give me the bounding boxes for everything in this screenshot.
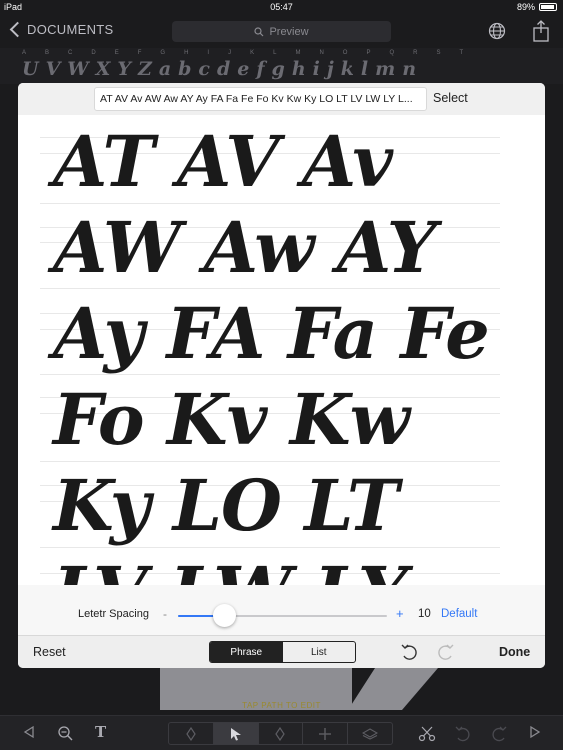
plus-icon [319,727,332,740]
baseline-rule [40,547,500,548]
search-icon [254,26,264,36]
battery-fill [541,5,554,9]
kerning-preview-dialog: AT AV Av AW Aw AY Ay FA Fa Fe Fo Kv Kw K… [18,83,545,668]
nav-bar: DOCUMENTS Preview [0,14,563,48]
share-icon[interactable] [533,20,549,42]
glyph-index-letter: G [160,50,166,56]
triangle-left-icon[interactable] [22,725,36,739]
specimen-line: Fo Kv Kw [53,378,410,461]
spacing-slider-thumb[interactable] [212,604,236,627]
glyph-index-letter: O [342,50,348,56]
baseline-rule [40,203,500,204]
pen-tool-button[interactable] [169,723,214,744]
reset-button[interactable]: Reset [33,645,66,659]
phrase-list-segmented-control: Phrase List [209,641,356,663]
battery-percent: 89% [516,2,535,12]
specimen-line: AT AV Av [53,120,393,203]
text-tool-icon[interactable]: T [95,723,106,741]
glyph-index-letter: F [137,50,142,56]
glyph-index-letter: I [207,50,210,56]
back-button[interactable]: DOCUMENTS [8,21,114,38]
glyph-index-letter: K [250,50,255,56]
glyph-index-letter: T [459,50,464,56]
globe-icon[interactable] [488,22,506,40]
clock: 05:47 [270,2,293,12]
glyph-index-letter: N [319,50,324,56]
arrow-cursor-icon [230,727,241,740]
dialog-footer: Reset Phrase List Done [18,635,545,668]
phrase-input[interactable]: AT AV Av AW Aw AY Ay FA Fa Fe Fo Kv Kw K… [94,87,427,111]
tap-path-hint: TAP PATH TO EDIT [242,701,321,710]
done-button[interactable]: Done [499,645,530,659]
triangle-right-icon[interactable] [528,725,542,739]
tab-phrase[interactable]: Phrase [210,642,283,662]
spacing-default-button[interactable]: Default [441,608,477,620]
glyph-index-letter: R [413,50,418,56]
spacing-slider-track[interactable] [178,615,387,617]
tool-selector [168,722,393,745]
glyph-index-letter: B [45,50,50,56]
undo-icon[interactable] [399,642,419,662]
specimen-line: Ky LO LT [53,464,399,547]
glyph-sample-row: UVWXYZabcdefghijklmn [22,58,424,80]
pen-nib-icon [275,726,286,741]
preview-search-field[interactable]: Preview [172,21,391,42]
select-button[interactable]: Select [433,91,468,105]
glyph-index-letter: M [295,50,301,56]
glyph-index-letter: H [184,50,189,56]
spacing-value: 10 [418,608,431,620]
glyph-index-letter: P [366,50,371,56]
letter-spacing-label: Letetr Spacing [78,608,149,620]
chevron-left-icon [9,21,26,38]
add-point-button[interactable] [303,723,349,744]
undo-toolbar-icon[interactable] [454,725,472,743]
select-tool-button[interactable] [213,723,259,744]
specimen-line: LV LW LY [53,551,408,585]
specimen-line: Ay FA Fa Fe [53,292,490,375]
spacing-decrease-button[interactable]: - [163,607,167,621]
pen-nib-icon [186,726,196,741]
preview-placeholder: Preview [269,25,309,38]
letter-spacing-control: Letetr Spacing - + 10 Default [18,598,545,634]
redo-icon[interactable] [436,642,456,662]
glyph-index-row: A B C D E F G H I J K L M N O P Q R S T [22,50,463,56]
glyph-index-letter: L [273,50,277,56]
glyph-index-letter: C [68,50,73,56]
glyph-index-letter: A [22,50,27,56]
specimen-line: AW Aw AY [53,206,437,289]
spacing-increase-button[interactable]: + [396,606,404,621]
battery-icon [539,3,557,11]
tab-list[interactable]: List [283,642,356,662]
bottom-toolbar: T [0,715,563,750]
glyph-index-letter: D [91,50,96,56]
glyph-index-letter: J [228,50,232,56]
dialog-header: AT AV Av AW Aw AY Ay FA Fa Fe Fo Kv Kw K… [18,83,545,115]
redo-toolbar-icon[interactable] [490,725,508,743]
baseline-rule [40,461,500,462]
status-right: 89% [517,2,557,12]
zoom-icon[interactable] [57,725,74,742]
back-label: DOCUMENTS [27,22,114,37]
glyph-strip[interactable]: A B C D E F G H I J K L M N O P Q R S T UVWXYZabcdefghijklm… [0,48,563,84]
glyph-index-letter: S [436,50,441,56]
status-bar: iPad 05:47 89% [0,0,563,14]
scissors-icon[interactable] [418,725,436,743]
app-root: iPad 05:47 89% DOCUMENTS Preview A B C D E F G… [0,0,563,750]
layers-icon [362,727,379,740]
layers-button[interactable] [348,723,392,744]
glyph-index-letter: Q [389,50,395,56]
specimen-canvas: AT AV Av AW Aw AY Ay FA Fa Fe Fo Kv Kw K… [18,115,545,585]
glyph-index-letter: E [114,50,119,56]
pen-tool-alt-button[interactable] [259,723,304,744]
